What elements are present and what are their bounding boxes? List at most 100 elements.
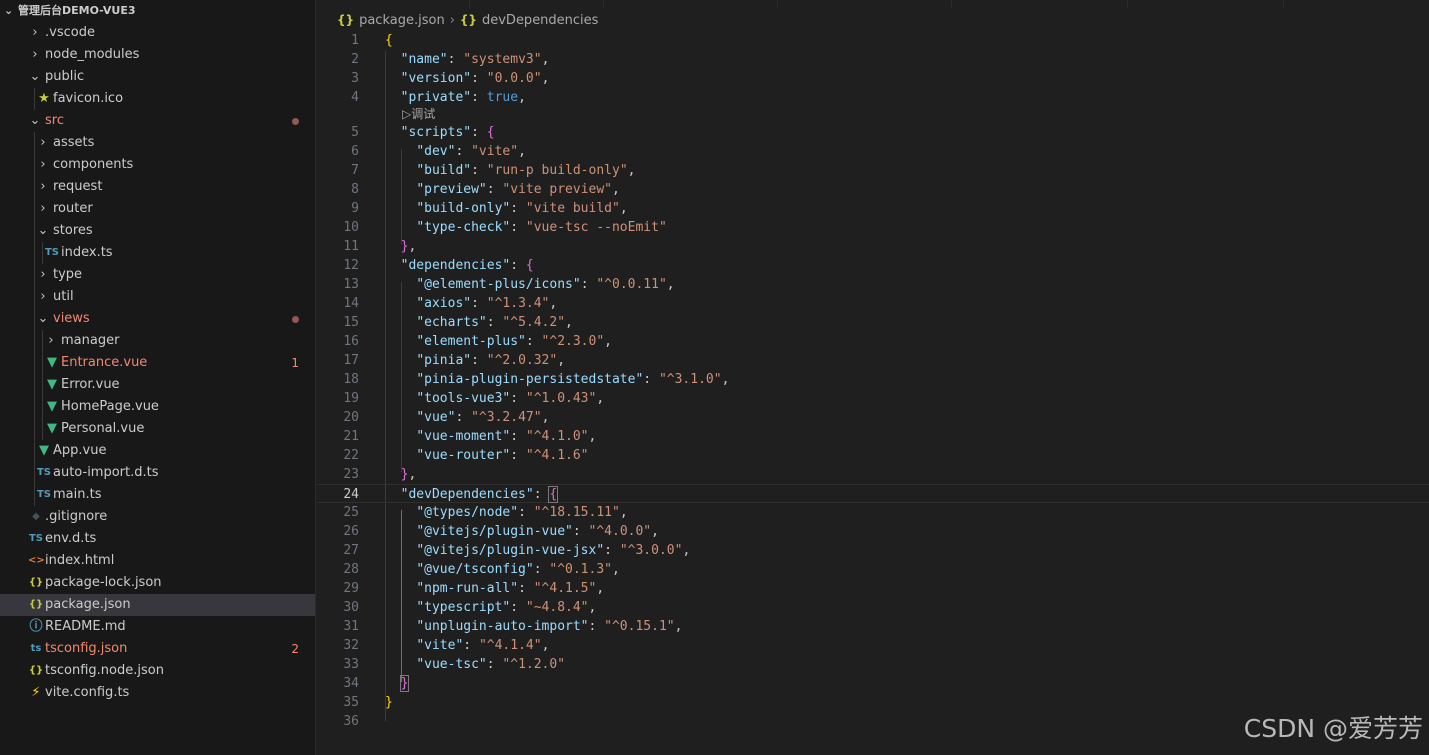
editor-tab[interactable] bbox=[952, 0, 1128, 8]
code-line[interactable]: 27 "@vitejs/plugin-vue-jsx": "^3.0.0", bbox=[317, 541, 1429, 560]
code-line[interactable]: 24 "devDependencies": { bbox=[317, 484, 1429, 503]
debug-codelens[interactable]: ▷调试 bbox=[402, 105, 435, 123]
bracket: } bbox=[385, 695, 393, 710]
json-string: "^1.0.43" bbox=[525, 391, 597, 406]
tab-package-json[interactable] bbox=[317, 0, 470, 8]
punctuation: : bbox=[471, 125, 487, 140]
json-string: "^18.15.11" bbox=[533, 505, 620, 520]
code-line[interactable]: 34 } bbox=[317, 674, 1429, 693]
file-app-vue[interactable]: ▼ App.vue bbox=[0, 440, 315, 462]
code-line[interactable]: 30 "typescript": "~4.8.4", bbox=[317, 598, 1429, 617]
editor-tab[interactable] bbox=[604, 0, 778, 8]
code-line[interactable]: 5 "scripts": { bbox=[317, 123, 1429, 142]
folder-util[interactable]: › util bbox=[0, 286, 315, 308]
punctuation: : bbox=[518, 581, 534, 596]
editor-tab[interactable] bbox=[1128, 0, 1284, 8]
tree-indent-guide bbox=[34, 198, 35, 220]
punctuation bbox=[385, 581, 416, 596]
code-line[interactable]: 3 "version": "0.0.0", bbox=[317, 69, 1429, 88]
file-tsconfig-node-json[interactable]: {} tsconfig.node.json bbox=[0, 660, 315, 682]
folder-public[interactable]: ⌄ public bbox=[0, 66, 315, 88]
tree-item-label: tsconfig.json bbox=[45, 641, 128, 656]
file-vite-config-ts[interactable]: ⚡ vite.config.ts bbox=[0, 682, 315, 704]
editor-tab[interactable] bbox=[778, 0, 952, 8]
code-line[interactable]: 7 "build": "run-p build-only", bbox=[317, 161, 1429, 180]
code-line[interactable]: 25 "@types/node": "^18.15.11", bbox=[317, 503, 1429, 522]
editor-tab[interactable] bbox=[470, 0, 604, 8]
file-entrance-vue[interactable]: ▼ Entrance.vue 1 bbox=[0, 352, 315, 374]
file-auto-import-d-ts[interactable]: TS auto-import.d.ts bbox=[0, 462, 315, 484]
code-line[interactable]: 1{ bbox=[317, 31, 1429, 50]
code-editor[interactable]: ▷调试 1{2 "name": "systemv3", 3 "version": … bbox=[317, 32, 1429, 755]
code-line[interactable]: 29 "npm-run-all": "^4.1.5", bbox=[317, 579, 1429, 598]
code-line[interactable]: 32 "vite": "^4.1.4", bbox=[317, 636, 1429, 655]
code-line[interactable]: 22 "vue-router": "^4.1.6" bbox=[317, 446, 1429, 465]
file-homepage-vue[interactable]: ▼ HomePage.vue bbox=[0, 396, 315, 418]
file-tsconfig-json[interactable]: ts tsconfig.json 2 bbox=[0, 638, 315, 660]
file-favicon-ico[interactable]: ★ favicon.ico bbox=[0, 88, 315, 110]
chevron-right-icon: › bbox=[40, 179, 46, 194]
line-number: 7 bbox=[351, 163, 359, 178]
file-package-lock-json[interactable]: {} package-lock.json bbox=[0, 572, 315, 594]
breadcrumb-symbol[interactable]: devDependencies bbox=[482, 13, 598, 28]
json-string: "systemv3" bbox=[463, 52, 542, 67]
code-line[interactable]: 10 "type-check": "vue-tsc --noEmit" bbox=[317, 218, 1429, 237]
code-line[interactable]: 13 "@element-plus/icons": "^0.0.11", bbox=[317, 275, 1429, 294]
folder-stores[interactable]: ⌄ stores bbox=[0, 220, 315, 242]
folder-request[interactable]: › request bbox=[0, 176, 315, 198]
folder-views[interactable]: ⌄ views bbox=[0, 308, 315, 330]
code-line[interactable]: 6 "dev": "vite", bbox=[317, 142, 1429, 161]
punctuation: , bbox=[518, 90, 526, 105]
explorer-project-header[interactable]: ⌄ 管理后台DEMO-VUE3 bbox=[0, 0, 315, 22]
code-line[interactable]: 20 "vue": "^3.2.47", bbox=[317, 408, 1429, 427]
folder-assets[interactable]: › assets bbox=[0, 132, 315, 154]
folder-src[interactable]: ⌄ src bbox=[0, 110, 315, 132]
folder-manager[interactable]: › manager bbox=[0, 330, 315, 352]
code-line[interactable]: 18 "pinia-plugin-persistedstate": "^3.1.… bbox=[317, 370, 1429, 389]
file-index-ts[interactable]: TS index.ts bbox=[0, 242, 315, 264]
line-number: 35 bbox=[343, 695, 359, 710]
code-line[interactable]: 17 "pinia": "^2.0.32", bbox=[317, 351, 1429, 370]
code-line[interactable]: 4 "private": true, bbox=[317, 88, 1429, 107]
code-line[interactable]: 21 "vue-moment": "^4.1.0", bbox=[317, 427, 1429, 446]
line-code: "vue": "^3.2.47", bbox=[385, 408, 549, 427]
code-line[interactable]: 28 "@vue/tsconfig": "^0.1.3", bbox=[317, 560, 1429, 579]
punctuation: : bbox=[533, 562, 550, 577]
file-main-ts[interactable]: TS main.ts bbox=[0, 484, 315, 506]
code-line[interactable]: 23 }, bbox=[317, 465, 1429, 484]
code-line[interactable]: 2 "name": "systemv3", bbox=[317, 50, 1429, 69]
tree-item-label: favicon.ico bbox=[53, 91, 124, 106]
tree-indent-guide bbox=[42, 374, 43, 396]
punctuation bbox=[385, 372, 416, 387]
folder-vscode[interactable]: › .vscode bbox=[0, 22, 315, 44]
code-line[interactable]: 15 "echarts": "^5.4.2", bbox=[317, 313, 1429, 332]
json-key: "vue-tsc" bbox=[416, 657, 487, 672]
code-line[interactable]: 12 "dependencies": { bbox=[317, 256, 1429, 275]
file-gitignore[interactable]: ◆ .gitignore bbox=[0, 506, 315, 528]
folder-type[interactable]: › type bbox=[0, 264, 315, 286]
file-readme-md[interactable]: ⓘ README.md bbox=[0, 616, 315, 638]
explorer-sidebar: ⌄ 管理后台DEMO-VUE3 › .vscode › node_modules ⌄ pu… bbox=[0, 0, 316, 755]
folder-router[interactable]: › router bbox=[0, 198, 315, 220]
file-env-d-ts[interactable]: TS env.d.ts bbox=[0, 528, 315, 550]
json-key: "scripts" bbox=[400, 125, 472, 140]
folder-node-modules[interactable]: › node_modules bbox=[0, 44, 315, 66]
breadcrumb-file[interactable]: package.json bbox=[359, 13, 445, 28]
code-line[interactable]: 8 "preview": "vite preview", bbox=[317, 180, 1429, 199]
code-line[interactable]: 33 "vue-tsc": "^1.2.0" bbox=[317, 655, 1429, 674]
file-personal-vue[interactable]: ▼ Personal.vue bbox=[0, 418, 315, 440]
file-index-html[interactable]: <> index.html bbox=[0, 550, 315, 572]
folder-components[interactable]: › components bbox=[0, 154, 315, 176]
info-icon: ⓘ bbox=[29, 619, 43, 634]
code-line[interactable]: 31 "unplugin-auto-import": "^0.15.1", bbox=[317, 617, 1429, 636]
code-line[interactable]: 16 "element-plus": "^2.3.0", bbox=[317, 332, 1429, 351]
code-line[interactable]: 9 "build-only": "vite build", bbox=[317, 199, 1429, 218]
file-package-json[interactable]: {} package.json bbox=[0, 594, 315, 616]
code-line[interactable]: 19 "tools-vue3": "^1.0.43", bbox=[317, 389, 1429, 408]
code-line[interactable]: 26 "@vitejs/plugin-vue": "^4.0.0", bbox=[317, 522, 1429, 541]
code-line[interactable]: 11 }, bbox=[317, 237, 1429, 256]
watermark: CSDN @爱芳芳 bbox=[1243, 714, 1423, 743]
code-line[interactable]: 14 "axios": "^1.3.4", bbox=[317, 294, 1429, 313]
file-error-vue[interactable]: ▼ Error.vue bbox=[0, 374, 315, 396]
punctuation bbox=[385, 258, 401, 273]
